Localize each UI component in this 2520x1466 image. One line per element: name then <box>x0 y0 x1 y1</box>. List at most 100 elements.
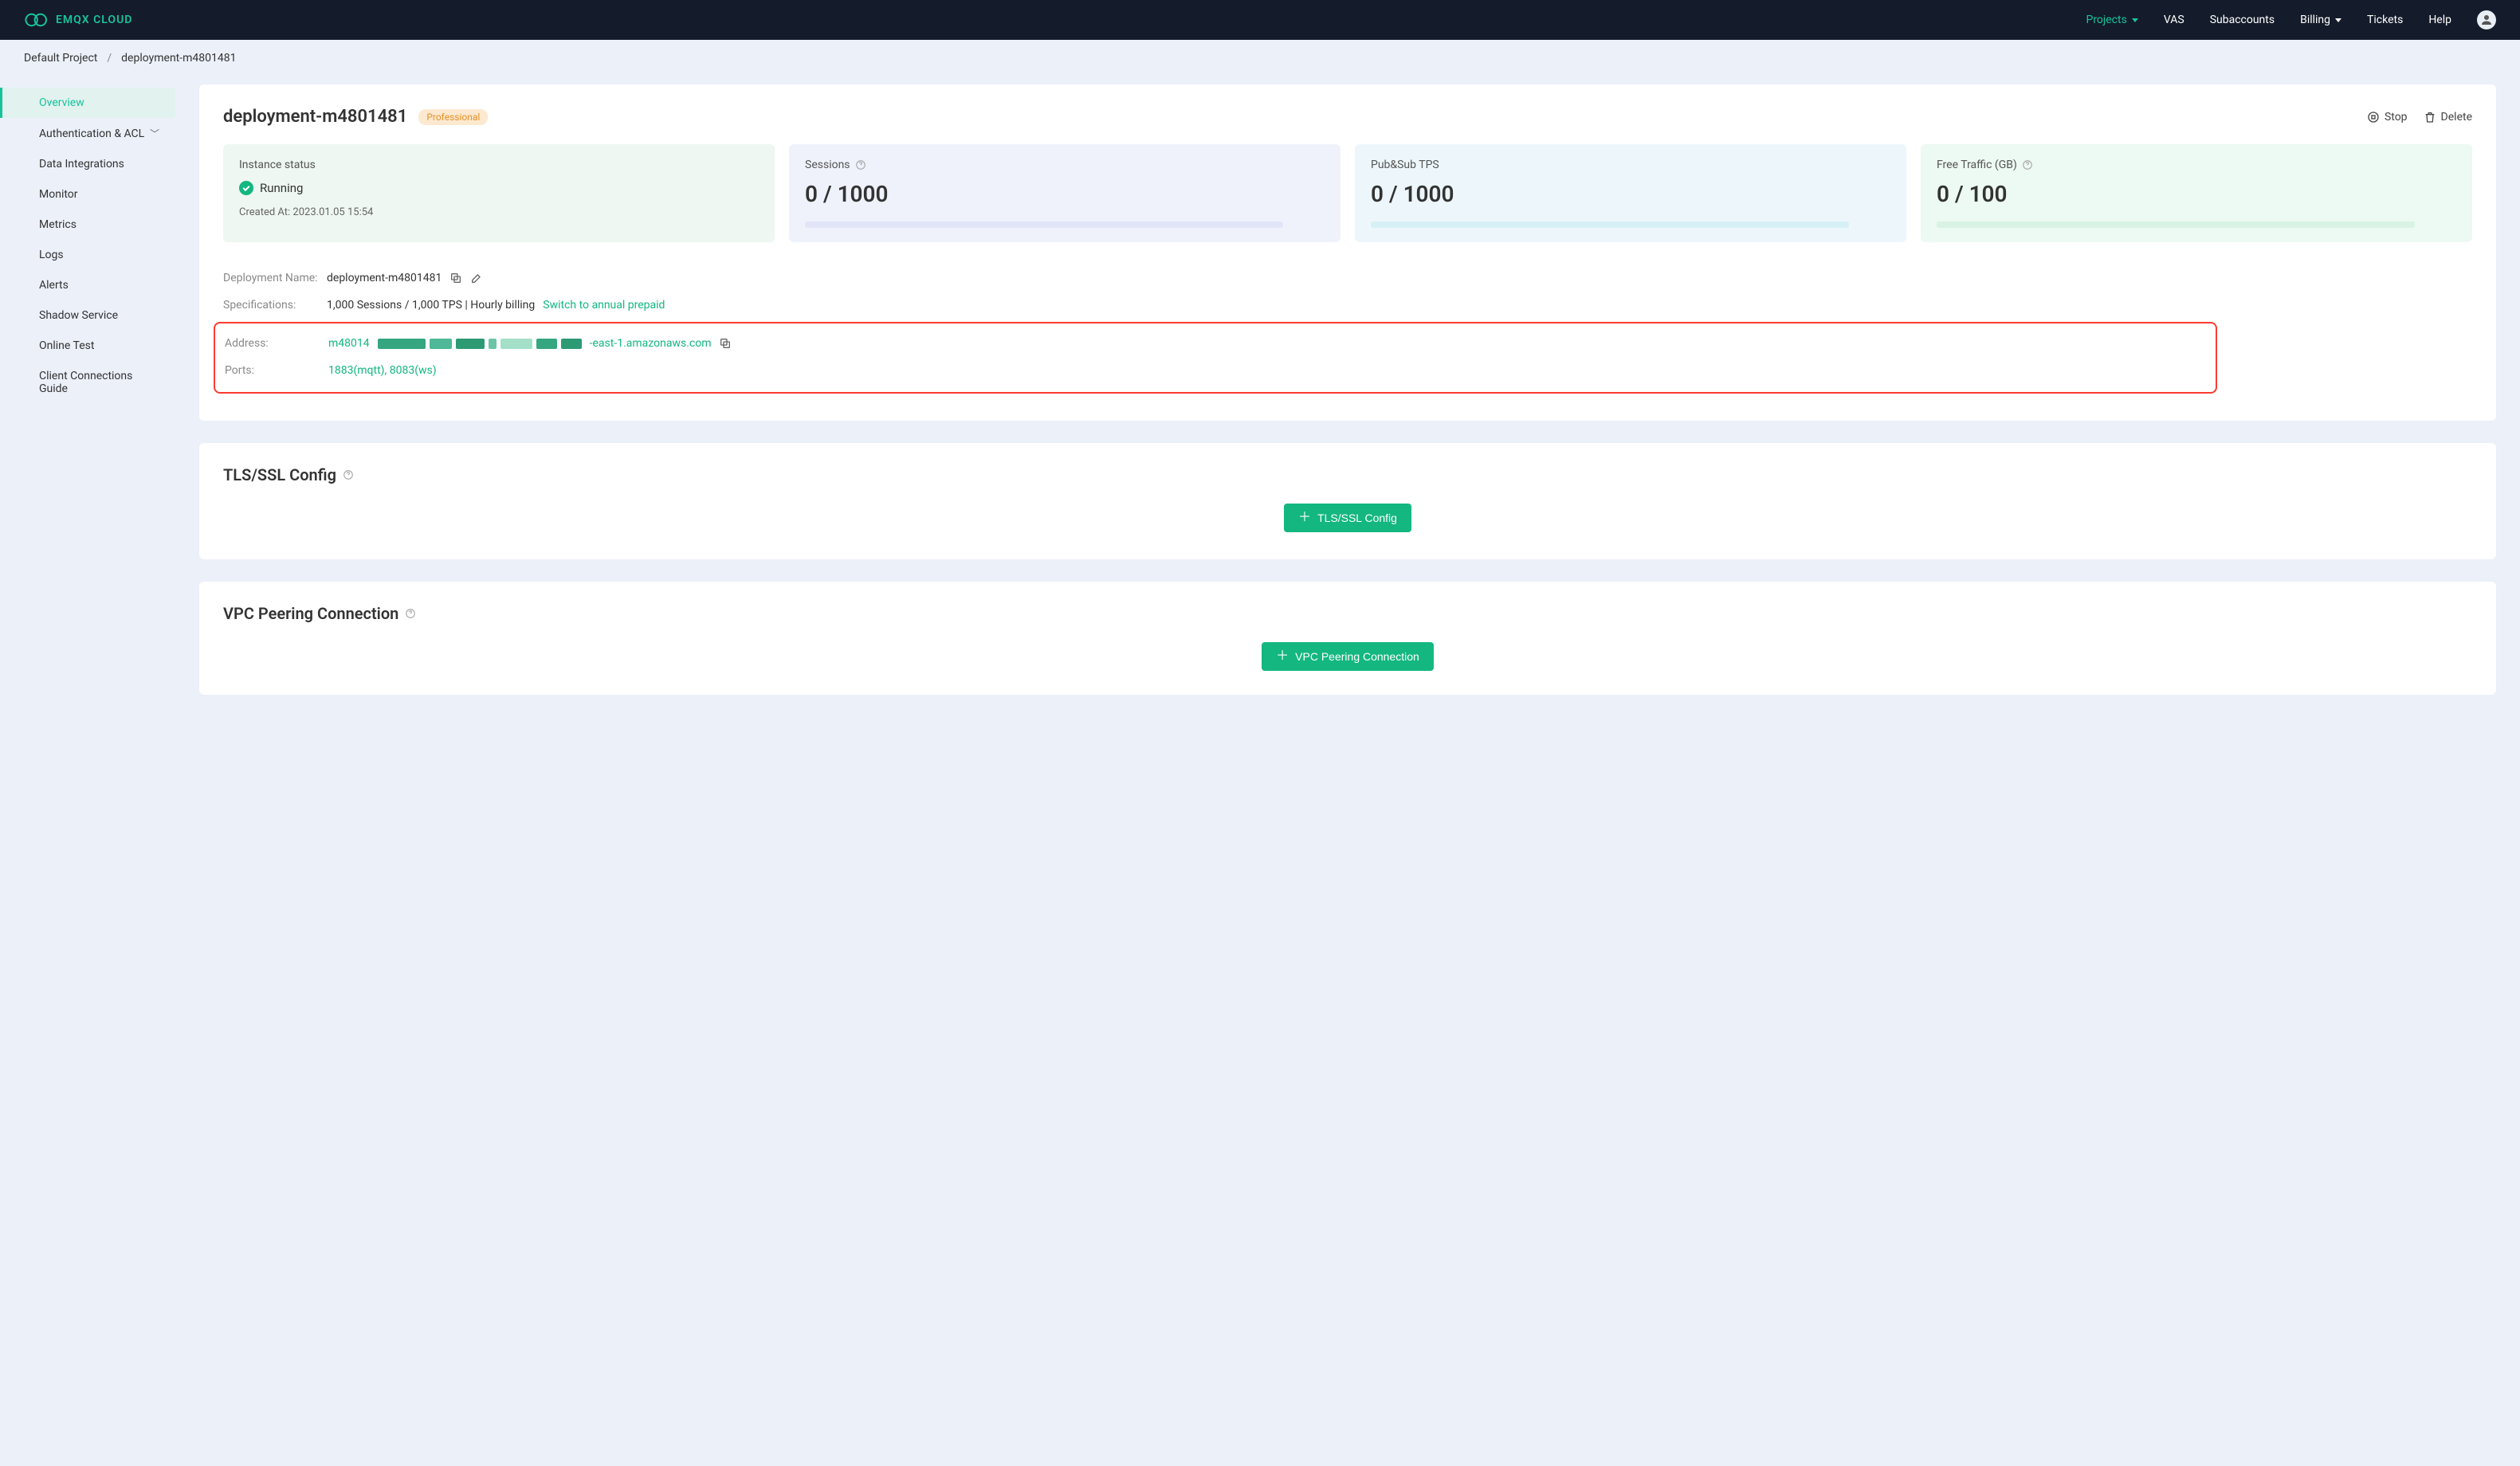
nav-billing-label: Billing <box>2300 14 2330 26</box>
copy-icon[interactable] <box>719 337 732 350</box>
sidebar-item-logs[interactable]: Logs <box>0 240 175 270</box>
address-suffix: -east-1.amazonaws.com <box>590 337 712 350</box>
card-title: Free Traffic (GB) <box>1937 159 2456 171</box>
row-deployment-name: Deployment Name: deployment-m4801481 <box>223 265 2472 292</box>
stats-cards: Instance status Running Created At: 2023… <box>223 144 2472 242</box>
nav-billing[interactable]: Billing <box>2300 14 2341 26</box>
card-title: Sessions <box>805 159 1325 171</box>
specifications-value: 1,000 Sessions / 1,000 TPS | Hourly bill… <box>327 299 535 312</box>
nav-projects-label: Projects <box>2086 14 2126 26</box>
brand-logo[interactable]: EMQX CLOUD <box>24 11 132 29</box>
vpc-button-row: ＋ VPC Peering Connection <box>223 642 2472 671</box>
sidebar: Overview Authentication & ACL ﹀ Data Int… <box>0 84 175 717</box>
stop-icon <box>2367 111 2380 123</box>
status-row: Running <box>239 181 759 195</box>
nav-projects[interactable]: Projects <box>2086 14 2137 26</box>
delete-button[interactable]: Delete <box>2424 111 2472 123</box>
card-instance-status: Instance status Running Created At: 2023… <box>223 144 775 242</box>
tls-title-text: TLS/SSL Config <box>223 465 336 484</box>
edit-icon[interactable] <box>470 272 483 284</box>
sidebar-item-metrics[interactable]: Metrics <box>0 210 175 240</box>
brand-text: EMQX CLOUD <box>56 14 132 26</box>
tls-button-label: TLS/SSL Config <box>1317 512 1397 524</box>
row-ports: Ports: 1883(mqtt), 8083(ws) <box>225 357 2206 384</box>
stop-button[interactable]: Stop <box>2367 111 2408 123</box>
address-value: m48014 -east-1.amazonaws.com <box>328 337 732 350</box>
breadcrumb: Default Project / deployment-m4801481 <box>0 40 2520 76</box>
info-label: Ports: <box>225 364 328 377</box>
sidebar-item-client-guide[interactable]: Client Connections Guide <box>0 361 175 404</box>
sidebar-item-overview[interactable]: Overview <box>0 88 175 118</box>
deployment-title: deployment-m4801481 <box>223 107 407 127</box>
help-icon[interactable] <box>343 469 354 480</box>
info-value: 1,000 Sessions / 1,000 TPS | Hourly bill… <box>327 299 665 312</box>
status-running-icon <box>239 181 253 195</box>
info-label: Specifications: <box>223 299 327 312</box>
avatar[interactable] <box>2477 10 2496 29</box>
navbar-right: Projects VAS Subaccounts Billing Tickets… <box>2086 10 2496 29</box>
switch-prepaid-link[interactable]: Switch to annual prepaid <box>543 299 665 312</box>
nav-help[interactable]: Help <box>2428 14 2451 26</box>
card-title: Pub&Sub TPS <box>1371 159 1890 171</box>
breadcrumb-project[interactable]: Default Project <box>24 52 97 65</box>
deployment-name-value: deployment-m4801481 <box>327 272 442 284</box>
sessions-progress <box>805 221 1283 228</box>
navbar-left: EMQX CLOUD <box>24 11 132 29</box>
card-title: Instance status <box>239 159 759 171</box>
traffic-value: 0 / 100 <box>1937 181 2456 207</box>
sidebar-item-alerts[interactable]: Alerts <box>0 270 175 300</box>
sessions-value: 0 / 1000 <box>805 181 1325 207</box>
info-label: Deployment Name: <box>223 272 327 284</box>
address-obscured <box>378 339 582 349</box>
header-actions: Stop Delete <box>2367 111 2472 123</box>
stop-label: Stop <box>2385 111 2408 123</box>
card-title-text: Sessions <box>805 159 850 171</box>
nav-vas[interactable]: VAS <box>2164 14 2184 26</box>
chevron-down-icon <box>2335 18 2341 22</box>
card-pubsub-tps: Pub&Sub TPS 0 / 1000 <box>1355 144 1906 242</box>
plus-icon: ＋ <box>1298 512 1311 524</box>
sidebar-item-online-test[interactable]: Online Test <box>0 331 175 361</box>
sidebar-item-monitor[interactable]: Monitor <box>0 179 175 210</box>
breadcrumb-current: deployment-m4801481 <box>121 52 236 65</box>
plus-icon: ＋ <box>1276 650 1289 663</box>
sidebar-item-shadow[interactable]: Shadow Service <box>0 300 175 331</box>
row-address: Address: m48014 <box>225 330 2206 357</box>
created-at-value: 2023.01.05 15:54 <box>292 206 373 218</box>
logo-icon <box>24 11 49 29</box>
tls-button-row: ＋ TLS/SSL Config <box>223 504 2472 532</box>
traffic-progress <box>1937 221 2415 228</box>
header-left: deployment-m4801481 Professional <box>223 107 488 127</box>
vpc-panel: VPC Peering Connection ＋ VPC Peering Con… <box>199 582 2496 695</box>
vpc-title-text: VPC Peering Connection <box>223 604 398 623</box>
pubsub-value: 0 / 1000 <box>1371 181 1890 207</box>
sidebar-item-label: Overview <box>39 96 84 109</box>
overview-panel: deployment-m4801481 Professional Stop <box>199 84 2496 421</box>
delete-label: Delete <box>2441 111 2472 123</box>
ports-value: 1883(mqtt), 8083(ws) <box>328 364 437 377</box>
status-text: Running <box>260 181 303 195</box>
vpc-peering-button[interactable]: ＋ VPC Peering Connection <box>1262 642 1434 671</box>
nav-subaccounts[interactable]: Subaccounts <box>2210 14 2275 26</box>
vpc-button-label: VPC Peering Connection <box>1295 650 1419 663</box>
layout: Overview Authentication & ACL ﹀ Data Int… <box>0 76 2520 749</box>
nav-tickets[interactable]: Tickets <box>2367 14 2403 26</box>
trash-icon <box>2424 111 2436 123</box>
copy-icon[interactable] <box>449 272 462 284</box>
tls-config-button[interactable]: ＋ TLS/SSL Config <box>1284 504 1411 532</box>
breadcrumb-separator: / <box>107 52 112 65</box>
deployment-header: deployment-m4801481 Professional Stop <box>223 107 2472 127</box>
info-label: Address: <box>225 337 328 350</box>
created-at: Created At: 2023.01.05 15:54 <box>239 206 759 218</box>
help-icon[interactable] <box>405 608 416 619</box>
vpc-title: VPC Peering Connection <box>223 604 2472 623</box>
help-icon[interactable] <box>2022 159 2033 171</box>
help-icon[interactable] <box>855 159 866 171</box>
created-at-label: Created At: <box>239 206 290 218</box>
tls-title: TLS/SSL Config <box>223 465 2472 484</box>
info-value: deployment-m4801481 <box>327 272 483 284</box>
sidebar-item-auth[interactable]: Authentication & ACL ﹀ <box>0 118 175 149</box>
row-specifications: Specifications: 1,000 Sessions / 1,000 T… <box>223 292 2472 319</box>
chevron-down-icon: ﹀ <box>150 127 159 140</box>
sidebar-item-integrations[interactable]: Data Integrations <box>0 149 175 179</box>
